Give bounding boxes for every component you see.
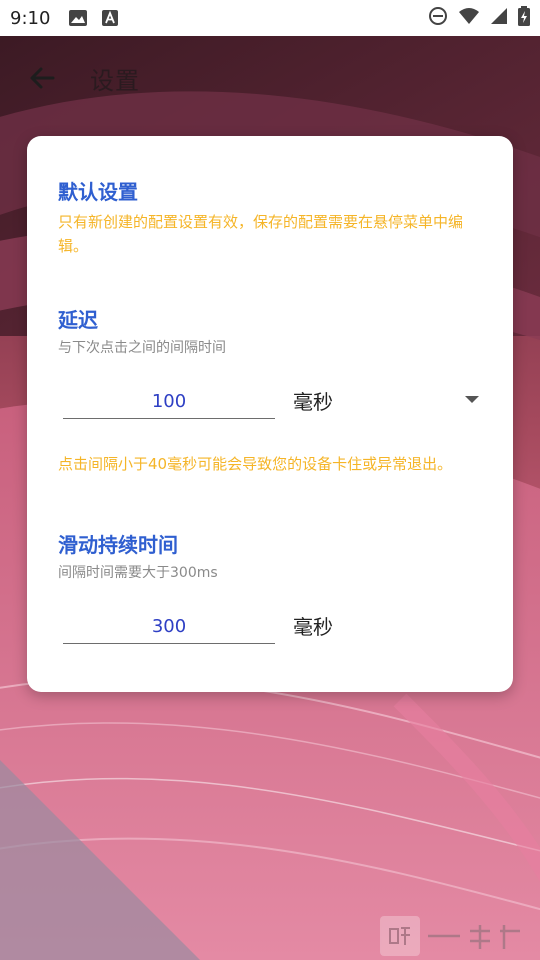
page-title: 设置 [90,66,140,95]
watermark-logo-icon [380,916,420,956]
back-button[interactable] [20,56,64,100]
do-not-disturb-icon [428,6,448,30]
default-settings-title: 默认设置 [58,180,138,204]
battery-charging-icon [518,6,530,30]
image-icon [68,9,88,27]
delay-hint: 与下次点击之间的间隔时间 [58,340,226,356]
swipe-duration-hint: 间隔时间需要大于300ms [58,565,218,581]
swipe-duration-title: 滑动持续时间 [58,533,178,557]
delay-title: 延迟 [58,308,98,332]
status-icons-right [428,6,530,30]
default-settings-note: 只有新创建的配置设置有效，保存的配置需要在悬停菜单中编辑。 [58,213,464,255]
status-time: 9:10 [10,7,51,29]
delay-unit-dropdown[interactable]: 毫秒 [289,382,489,418]
signal-icon [490,7,508,29]
dropdown-arrow-icon [465,396,479,403]
swipe-duration-input[interactable] [63,609,275,644]
delay-input[interactable] [63,384,275,419]
delay-unit-label: 毫秒 [293,390,333,414]
app-bar: 设置 [0,36,540,120]
text-a-icon [100,9,120,27]
settings-card: 默认设置 只有新创建的配置设置有效，保存的配置需要在悬停菜单中编辑。 延迟 与下… [27,136,513,692]
arrow-back-icon [30,67,55,89]
status-bar: 9:10 [0,0,540,36]
swipe-duration-unit-label: 毫秒 [293,615,333,639]
wifi-icon [458,7,480,29]
delay-warning: 点击间隔小于40毫秒可能会导致您的设备卡住或异常退出。 [58,455,453,473]
watermark-logo [380,916,530,956]
watermark-logo-text-graphic [428,925,520,949]
